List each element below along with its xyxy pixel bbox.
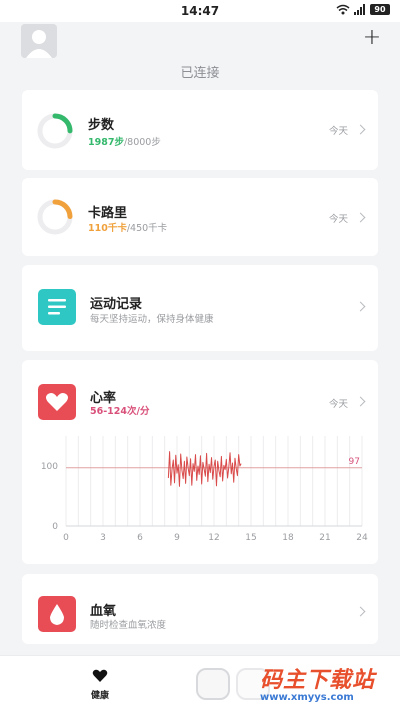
status-bar: 14:47 90 <box>0 0 400 22</box>
calories-current: 110千卡 <box>88 223 127 234</box>
calories-value: 110千卡/450千卡 <box>88 220 167 234</box>
heart-rate-range: 56-124次/分 <box>90 406 150 417</box>
steps-title: 步数 <box>88 118 115 133</box>
calories-period: 今天 <box>328 214 348 225</box>
blood-oxygen-card[interactable]: 血氧 随时检查血氧浓度 <box>22 574 378 644</box>
reference-line-label: 97 <box>349 457 360 467</box>
steps-current: 1987步 <box>88 137 124 148</box>
blood-drop-icon <box>38 596 76 632</box>
connection-status: 已连接 <box>180 66 220 81</box>
x-tick-label: 18 <box>282 533 294 543</box>
steps-goal: /8000步 <box>123 137 161 148</box>
x-tick-label: 24 <box>356 533 368 543</box>
signal-icon <box>354 4 366 15</box>
chevron-right-icon <box>355 606 366 617</box>
tab-placeholder-icon[interactable] <box>196 668 230 700</box>
x-tick-label: 9 <box>174 533 180 543</box>
battery-icon: 90 <box>370 4 390 15</box>
steps-value: 1987步/8000步 <box>88 134 161 148</box>
heart-rate-chart: 0 3 6 9 12 15 18 21 24 0 100 97 <box>41 436 368 543</box>
chart-series <box>167 451 242 487</box>
exercise-list-icon <box>38 289 76 325</box>
x-tick-label: 6 <box>137 533 143 543</box>
heart-tab-icon <box>92 669 108 682</box>
heart-icon <box>38 384 76 420</box>
calories-goal: /450千卡 <box>126 223 168 234</box>
x-tick-label: 21 <box>319 533 330 543</box>
chevron-right-icon <box>355 212 366 223</box>
heart-rate-line <box>167 451 242 487</box>
tab-health[interactable]: 健康 <box>75 668 125 701</box>
heart-rate-period: 今天 <box>328 399 348 410</box>
watermark-text: 码主下载站 <box>260 668 376 693</box>
x-tick-label: 3 <box>100 533 106 543</box>
x-tick-label: 15 <box>245 533 256 543</box>
watermark-logo: 码主下载站 www.xmyys.com <box>260 662 400 710</box>
calories-title: 卡路里 <box>88 206 128 221</box>
blood-oxygen-subtitle: 随时检查血氧浓度 <box>90 620 167 631</box>
watermark-url: www.xmyys.com <box>260 692 354 703</box>
add-device-button[interactable]: + <box>360 26 384 50</box>
tab-health-label: 健康 <box>90 691 109 701</box>
x-tick-label: 12 <box>208 533 219 543</box>
steps-ring-icon <box>37 113 73 149</box>
y-tick-label: 0 <box>52 522 58 532</box>
status-icons: 90 <box>336 4 390 15</box>
exercise-record-card[interactable]: 运动记录 每天坚持运动，保持身体健康 <box>22 265 378 351</box>
wifi-icon <box>336 4 350 15</box>
chevron-right-icon <box>355 301 366 312</box>
x-tick-label: 0 <box>63 533 69 543</box>
heart-rate-card[interactable]: 心率 56-124次/分 今天 0 3 6 9 12 15 18 21 24 0 100 97 <box>22 360 378 564</box>
chevron-right-icon <box>355 396 366 407</box>
calories-card[interactable]: 卡路里 110千卡/450千卡 今天 <box>22 178 378 256</box>
avatar[interactable] <box>21 24 57 58</box>
exercise-subtitle: 每天坚持运动，保持身体健康 <box>90 314 214 325</box>
exercise-title: 运动记录 <box>90 297 143 312</box>
chart-grid <box>65 436 363 526</box>
y-tick-label: 100 <box>41 462 58 472</box>
chevron-right-icon <box>355 124 366 135</box>
steps-card[interactable]: 步数 1987步/8000步 今天 <box>22 90 378 170</box>
steps-period: 今天 <box>328 126 348 137</box>
calories-ring-icon <box>37 199 73 235</box>
